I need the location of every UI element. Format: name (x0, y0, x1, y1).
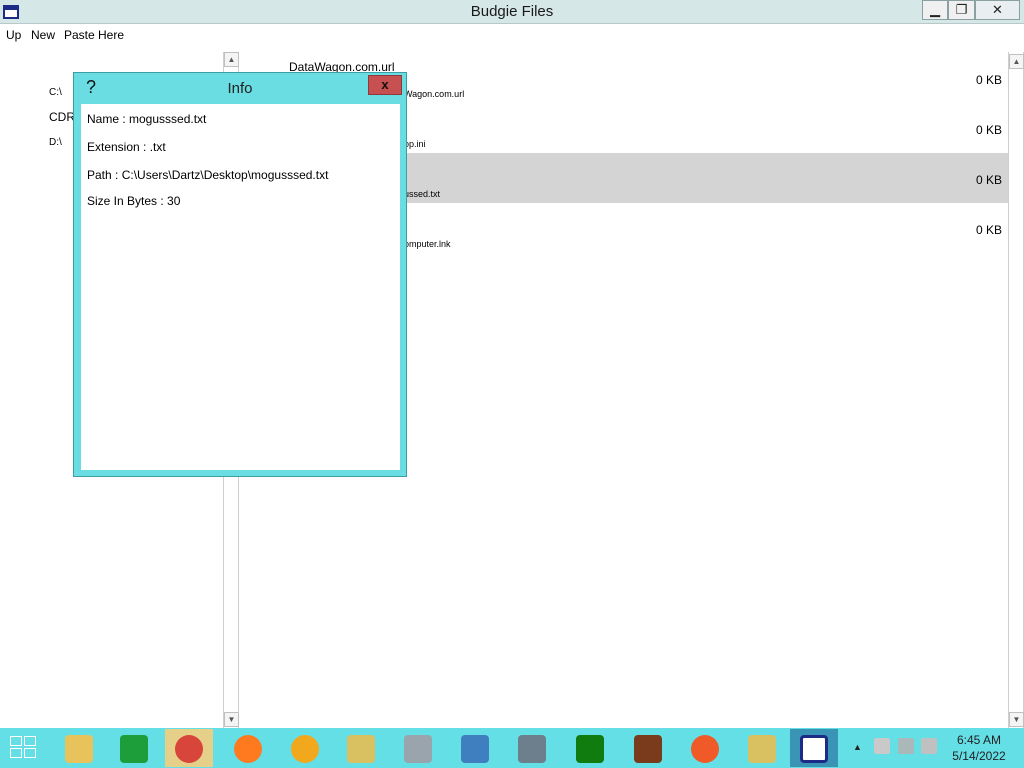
server-manager-icon (518, 735, 546, 763)
volume-muted-icon[interactable] (921, 738, 937, 754)
menu-new[interactable]: New (31, 28, 55, 42)
taskbar-game[interactable] (624, 729, 672, 767)
window-title: Budgie Files (470, 3, 554, 20)
taskbar: ▲ 6:45 AM 5/14/2022 (0, 728, 1024, 768)
taskbar-budgie-files[interactable] (790, 729, 838, 767)
scroll-down-arrow-icon[interactable]: ▼ (1009, 712, 1024, 727)
taskbar-control-panel[interactable] (451, 729, 499, 767)
game-icon (634, 735, 662, 763)
file-name: Wagon.com.url (404, 89, 465, 99)
firefox-icon (234, 735, 262, 763)
taskbar-store[interactable] (110, 729, 158, 767)
file-name: ussed.txt (404, 189, 441, 199)
menu-paste-here[interactable]: Paste Here (64, 28, 124, 42)
title-bar: Budgie Files ▁ ❐ ✕ (0, 0, 1024, 24)
drive-d[interactable]: D:\ (49, 137, 62, 148)
drive-cdr[interactable]: CDR (49, 110, 75, 124)
taskbar-server-manager[interactable] (508, 729, 556, 767)
dialog-title: Info (227, 80, 253, 97)
minimize-button[interactable]: ▁ (922, 0, 948, 20)
taskbar-swift[interactable] (681, 729, 729, 767)
scroll-up-arrow-icon[interactable]: ▲ (224, 52, 239, 67)
file-size: 0 KB (975, 73, 1002, 87)
file-explorer-icon (65, 735, 93, 763)
network-icon[interactable] (898, 738, 914, 754)
info-extension: Extension : .txt (87, 140, 166, 154)
start-button[interactable] (10, 736, 38, 760)
store-icon (120, 735, 148, 763)
zip-icon (748, 735, 776, 763)
info-size: Size In Bytes : 30 (87, 194, 181, 208)
maximize-button[interactable]: ❐ (948, 0, 975, 20)
control-panel-icon (461, 735, 489, 763)
taskbar-zip[interactable] (738, 729, 786, 767)
clock-time: 6:45 AM (956, 733, 1002, 747)
dialog-close-button[interactable]: x (368, 75, 402, 95)
taskbar-archive[interactable] (337, 729, 385, 767)
file-size: 0 KB (975, 123, 1002, 137)
taskbar-xbox[interactable] (566, 729, 614, 767)
scroll-down-arrow-icon[interactable]: ▼ (224, 712, 239, 727)
chrome-icon (175, 735, 203, 763)
file-list-scrollbar[interactable]: ▲ ▼ (1008, 52, 1024, 728)
taskbar-file-explorer[interactable] (55, 729, 103, 767)
info-name: Name : mogusssed.txt (87, 112, 207, 126)
file-name: omputer.lnk (404, 239, 451, 249)
file-name: op.ini (404, 139, 426, 149)
file-size: 0 KB (975, 223, 1002, 237)
taskbar-tools[interactable] (394, 729, 442, 767)
file-size: 0 KB (975, 173, 1002, 187)
clock-date: 5/14/2022 (952, 749, 1006, 763)
taskbar-chrome[interactable] (165, 729, 213, 767)
xbox-icon (576, 735, 604, 763)
close-button[interactable]: ✕ (975, 0, 1020, 20)
drive-c[interactable]: C:\ (49, 87, 62, 98)
menu-up[interactable]: Up (6, 28, 21, 42)
taskbar-firefox[interactable] (224, 729, 272, 767)
vpn-shield-icon (291, 735, 319, 763)
tray-overflow-icon[interactable]: ▲ (853, 742, 862, 752)
scroll-up-arrow-icon[interactable]: ▲ (1009, 54, 1024, 69)
archive-icon (347, 735, 375, 763)
taskbar-vpn[interactable] (281, 729, 329, 767)
tools-icon (404, 735, 432, 763)
info-path: Path : C:\Users\Dartz\Desktop\mogusssed.… (87, 168, 329, 182)
info-dialog: ? Info x Name : mogusssed.txt Extension … (73, 72, 407, 477)
swift-icon (691, 735, 719, 763)
dialog-body: Name : mogusssed.txt Extension : .txt Pa… (81, 104, 400, 470)
taskbar-clock[interactable]: 6:45 AM 5/14/2022 (946, 732, 1012, 764)
action-center-icon[interactable] (874, 738, 890, 754)
budgie-files-icon (800, 735, 828, 763)
